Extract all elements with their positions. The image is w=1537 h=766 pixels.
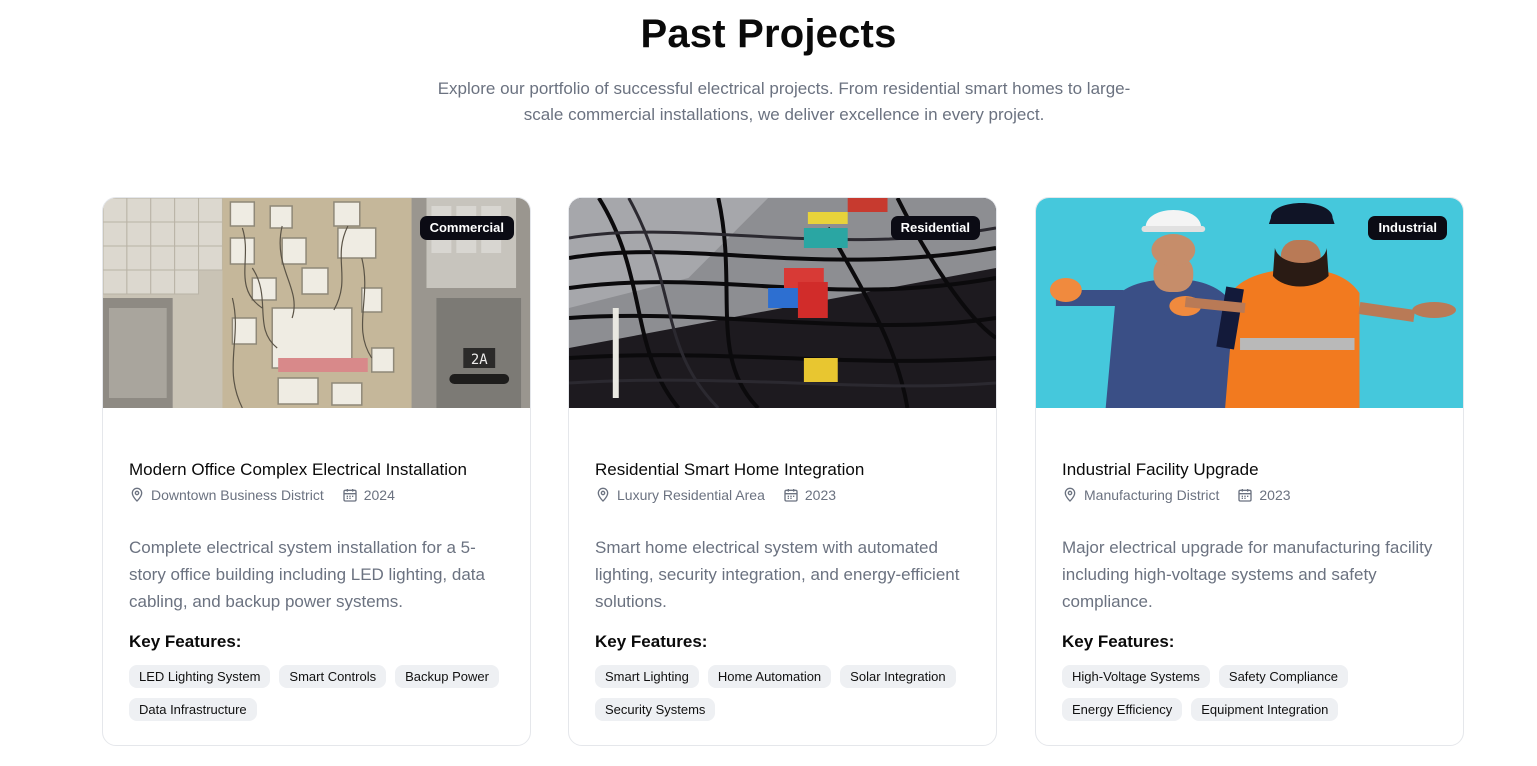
feature-tag: Safety Compliance <box>1218 665 1349 688</box>
project-description: Smart home electrical system with automa… <box>595 538 960 611</box>
feature-tag: LED Lighting System <box>129 665 271 688</box>
feature-tag: Backup Power <box>395 665 499 688</box>
feature-tag: Solar Integration <box>840 665 956 688</box>
key-features-label: Key Features: <box>595 632 708 651</box>
project-year: 2024 <box>363 487 395 503</box>
calendar-icon <box>784 489 798 502</box>
feature-tag: Smart Lighting <box>595 665 699 688</box>
feature-tags: LED Lighting System Smart Controls Backu… <box>129 665 509 721</box>
map-pin-icon <box>597 487 609 502</box>
project-title: Modern Office Complex Electrical Install… <box>129 460 467 479</box>
page-title: Past Projects <box>640 12 897 56</box>
project-description: Major electrical upgrade for manufacturi… <box>1062 538 1433 611</box>
project-meta: Manufacturing District 2023 <box>1062 487 1291 503</box>
map-pin-icon <box>131 487 143 502</box>
key-features-label: Key Features: <box>129 632 242 651</box>
project-card[interactable]: Residential Residential Smart Home Integ… <box>568 197 997 746</box>
project-meta: Luxury Residential Area 2023 <box>595 487 836 503</box>
project-title: Residential Smart Home Integration <box>595 460 865 479</box>
feature-tag: Equipment Integration <box>1191 698 1339 721</box>
project-title: Industrial Facility Upgrade <box>1062 460 1259 479</box>
feature-tags: Smart Lighting Home Automation Solar Int… <box>595 665 975 721</box>
project-image-commercial: 2A Commercial <box>103 198 530 408</box>
project-year: 2023 <box>1259 487 1291 503</box>
project-location: Manufacturing District <box>1084 487 1220 503</box>
feature-tag: High-Voltage Systems <box>1062 665 1210 688</box>
panel-label: 2A <box>471 352 488 368</box>
feature-tag: Energy Efficiency <box>1062 698 1183 721</box>
feature-tag: Data Infrastructure <box>129 698 257 721</box>
project-image-residential: Residential <box>569 198 996 408</box>
category-badge: Industrial <box>1368 216 1447 240</box>
project-year: 2023 <box>804 487 837 503</box>
category-badge: Commercial <box>419 216 514 240</box>
feature-tag: Smart Controls <box>279 665 387 688</box>
map-pin-icon <box>1064 487 1076 502</box>
category-badge: Residential <box>890 216 980 240</box>
project-location: Luxury Residential Area <box>617 487 765 503</box>
project-description: Complete electrical system installation … <box>129 538 485 611</box>
page-subtitle: Explore our portfolio of successful elec… <box>437 79 1131 124</box>
project-card[interactable]: 2A Commercial Modern Office Complex Elec… <box>102 197 531 746</box>
key-features-label: Key Features: <box>1062 632 1175 651</box>
calendar-icon <box>343 489 357 502</box>
calendar-icon <box>1238 489 1253 502</box>
feature-tags: High-Voltage Systems Safety Compliance E… <box>1062 665 1442 721</box>
project-meta: Downtown Business District 2024 <box>129 487 395 503</box>
project-cards: 2A Commercial Modern Office Complex Elec… <box>102 197 1466 748</box>
project-card[interactable]: Industrial Industrial Facility Upgrade M… <box>1035 197 1464 746</box>
project-location: Downtown Business District <box>151 487 324 503</box>
project-image-industrial: Industrial <box>1036 198 1463 408</box>
feature-tag: Security Systems <box>595 698 716 721</box>
feature-tag: Home Automation <box>707 665 832 688</box>
